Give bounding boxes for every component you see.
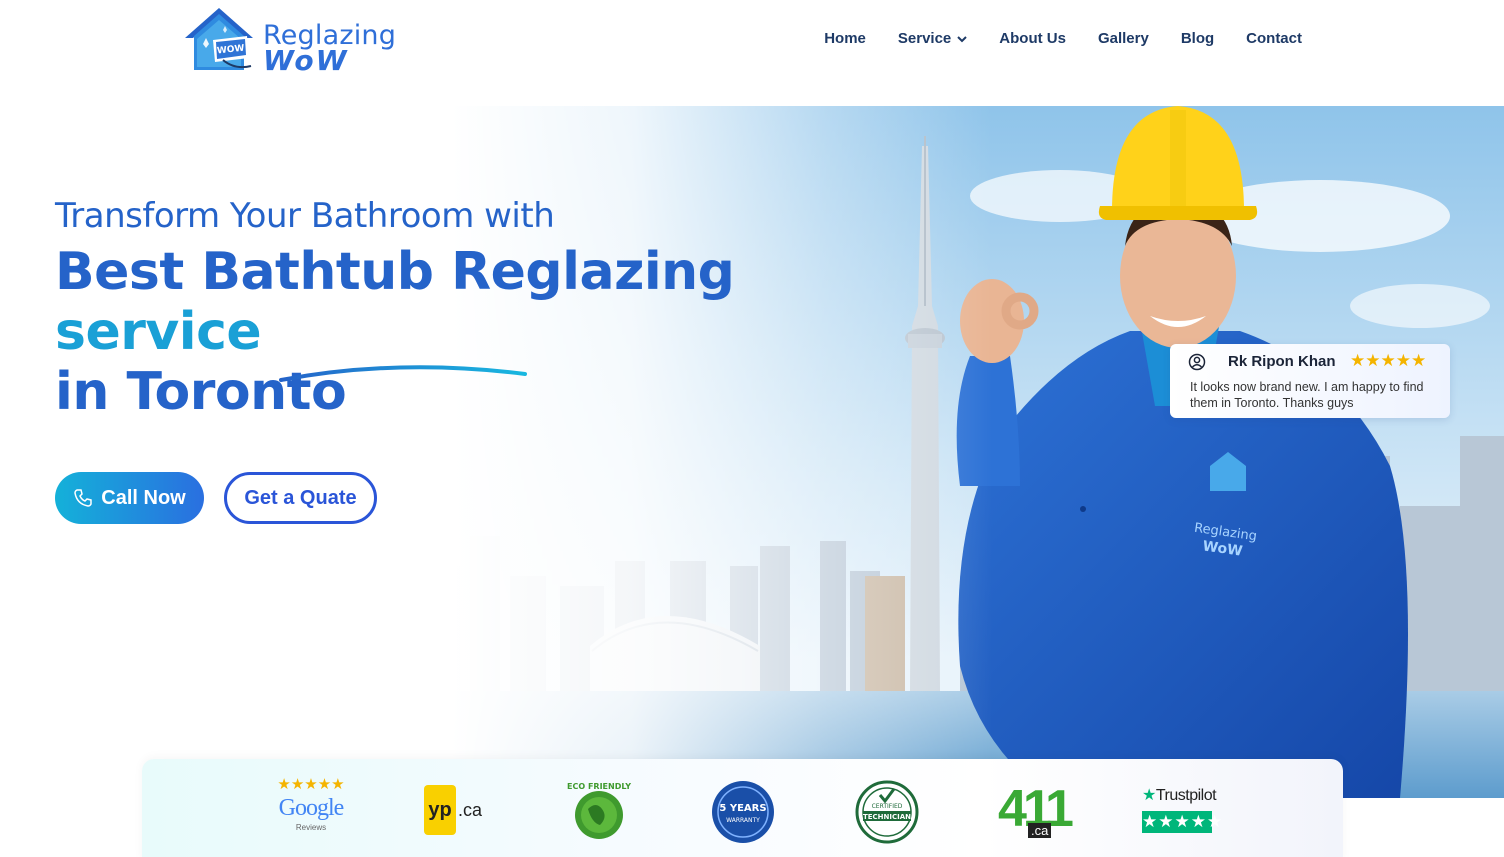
review-rating-stars: ★★★★★ bbox=[1350, 351, 1427, 370]
eco-friendly-badge[interactable]: ECO FRIENDLY bbox=[566, 779, 632, 850]
trust-badges-bar: ★★★★★ Google Reviews yp .ca ECO FRIENDLY… bbox=[142, 759, 1343, 857]
nav-home[interactable]: Home bbox=[824, 30, 866, 47]
user-icon bbox=[1188, 353, 1206, 371]
trustpilot-badge[interactable]: ★Trustpilot ★★★★★ bbox=[1142, 785, 1224, 833]
chevron-down-icon bbox=[957, 35, 967, 42]
google-sub-label: Reviews bbox=[295, 823, 327, 832]
certified-seal-icon: CERTIFIED TECHNICIAN bbox=[855, 780, 919, 844]
hero-title-main: Best Bathtub Reglazing bbox=[55, 242, 735, 302]
svg-text:TECHNICIAN: TECHNICIAN bbox=[863, 813, 911, 821]
google-label: Google bbox=[278, 795, 345, 821]
certified-technician-badge[interactable]: CERTIFIED TECHNICIAN bbox=[854, 779, 920, 850]
nav-gallery[interactable]: Gallery bbox=[1098, 30, 1149, 47]
nav-about[interactable]: About Us bbox=[999, 30, 1066, 47]
svg-text:5 YEARS: 5 YEARS bbox=[719, 803, 766, 814]
svg-text:CERTIFIED: CERTIFIED bbox=[872, 803, 903, 810]
trustpilot-label: ★Trustpilot bbox=[1142, 785, 1217, 805]
trustpilot-text: Trustpilot bbox=[1155, 787, 1217, 804]
phone-icon bbox=[74, 489, 93, 507]
title-underline-decoration bbox=[279, 365, 527, 382]
yp-badge[interactable]: yp .ca bbox=[424, 785, 482, 835]
call-now-button[interactable]: Call Now bbox=[55, 472, 204, 524]
google-stars: ★★★★★ bbox=[277, 776, 345, 793]
house-logo-icon: WOW bbox=[185, 8, 253, 70]
warranty-seal-icon: 5 YEARS WARRANTY bbox=[712, 781, 774, 843]
review-card: Rk Ripon Khan ★★★★★ It looks now brand n… bbox=[1170, 344, 1450, 418]
brand-name-line2: WoW bbox=[263, 44, 349, 77]
get-quote-button[interactable]: Get a Quate bbox=[224, 472, 377, 524]
main-nav: Home Service About Us Gallery Blog Conta… bbox=[824, 30, 1302, 47]
review-text: It looks now brand new. I am happy to fi… bbox=[1190, 380, 1424, 410]
411-ca-label: .ca bbox=[1028, 823, 1052, 838]
google-reviews-badge[interactable]: ★★★★★ Google Reviews bbox=[276, 776, 346, 833]
svg-text:ECO FRIENDLY: ECO FRIENDLY bbox=[567, 782, 631, 791]
trustpilot-stars: ★★★★★ bbox=[1142, 811, 1224, 833]
hero-title: Best Bathtub Reglazing service in Toront… bbox=[55, 242, 935, 422]
call-now-label: Call Now bbox=[101, 486, 186, 509]
yp-ca-label: .ca bbox=[458, 799, 483, 820]
hero-subtitle: Transform Your Bathroom with bbox=[55, 196, 555, 236]
warranty-badge[interactable]: 5 YEARS WARRANTY bbox=[710, 779, 776, 850]
nav-service-label: Service bbox=[897, 30, 952, 47]
nav-contact[interactable]: Contact bbox=[1246, 30, 1302, 47]
trustpilot-star-icon: ★ bbox=[1142, 787, 1156, 804]
globe-icon: ECO FRIENDLY bbox=[567, 782, 631, 839]
yp-logo: yp bbox=[424, 785, 456, 835]
svg-text:WARRANTY: WARRANTY bbox=[726, 817, 760, 824]
site-header: WOW Reglazing WoW Home Service About Us … bbox=[0, 0, 1504, 80]
nav-service[interactable]: Service bbox=[898, 30, 967, 47]
google-logo-text: Google bbox=[276, 793, 346, 823]
brand-logo[interactable]: WOW Reglazing WoW bbox=[183, 6, 413, 77]
reviewer-name: Rk Ripon Khan bbox=[1228, 353, 1336, 370]
411-ca-badge[interactable]: 411 .ca bbox=[998, 779, 1074, 839]
hero-title-accent: service bbox=[55, 302, 262, 362]
nav-blog[interactable]: Blog bbox=[1181, 30, 1214, 47]
